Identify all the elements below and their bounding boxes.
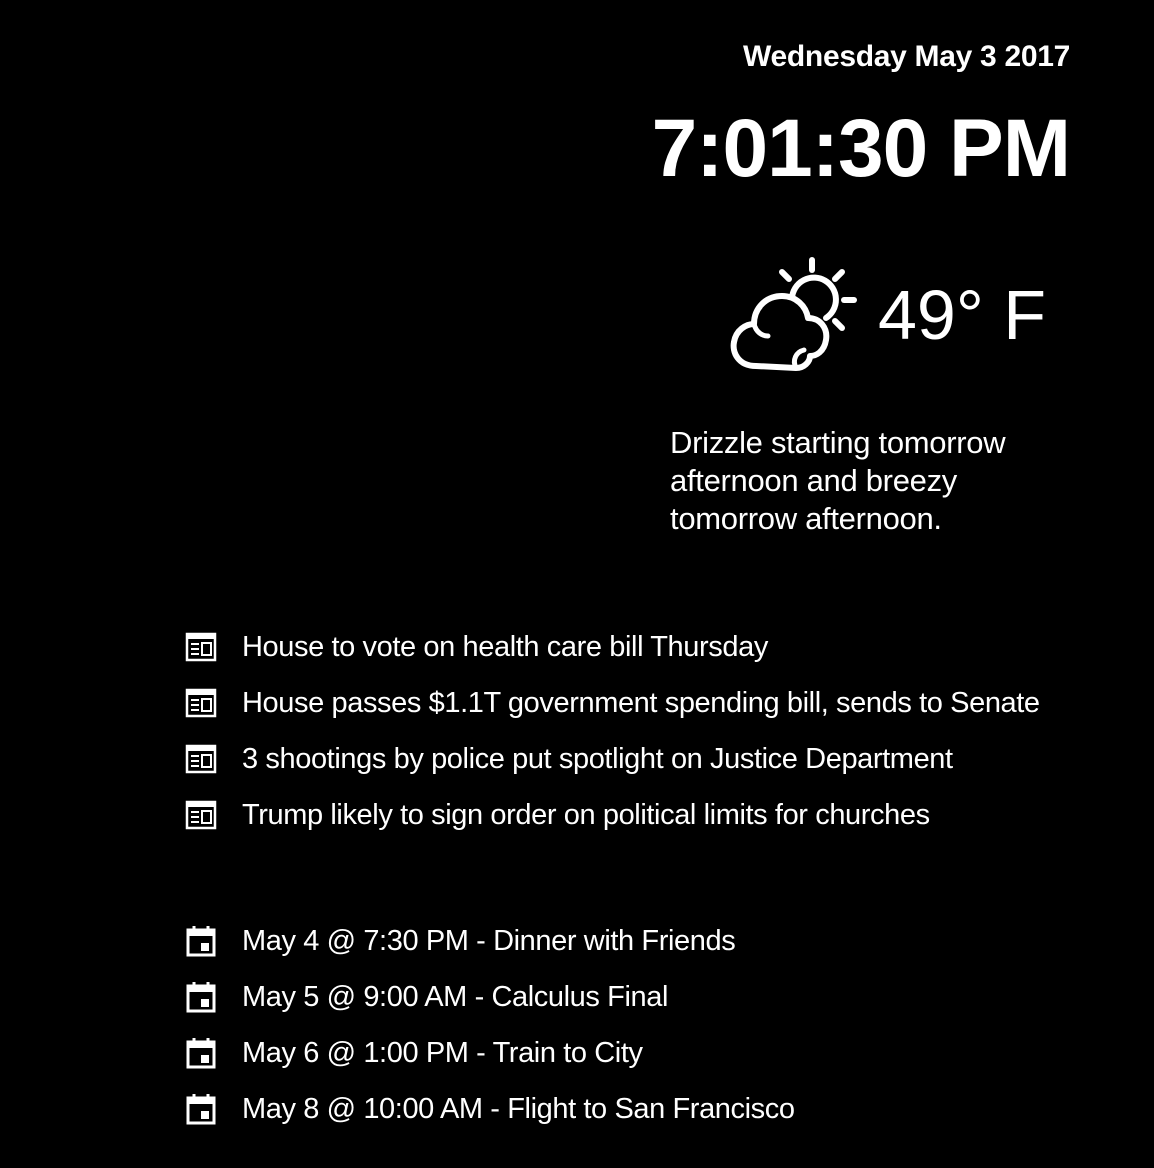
event-text: May 6 @ 1:00 PM - Train to City [242,1037,643,1069]
news-headlines: House to vote on health care bill Thursd… [184,626,1040,850]
news-item[interactable]: House passes $1.1T government spending b… [184,682,1040,738]
weather-widget: 49° F [726,252,1086,382]
news-item[interactable]: 3 shootings by police put spotlight on J… [184,738,1040,794]
temperature: 49° F [878,276,1047,354]
event-item[interactable]: May 4 @ 7:30 PM - Dinner with Friends [184,920,795,976]
newspaper-icon [185,632,217,662]
newspaper-icon [185,744,217,774]
news-headline: House passes $1.1T government spending b… [242,687,1040,719]
event-item[interactable]: May 6 @ 1:00 PM - Train to City [184,1032,795,1088]
smart-mirror-screen: Wednesday May 3 2017 7:01:30 PM 49° F Dr… [0,0,1154,1168]
event-text: May 8 @ 10:00 AM - Flight to San Francis… [242,1093,795,1125]
news-headline: House to vote on health care bill Thursd… [242,631,768,663]
event-item[interactable]: May 5 @ 9:00 AM - Calculus Final [184,976,795,1032]
newspaper-icon [185,688,217,718]
calendar-events: May 4 @ 7:30 PM - Dinner with Friends Ma… [184,920,795,1144]
current-date: Wednesday May 3 2017 [743,40,1070,73]
calendar-icon [186,1094,216,1125]
newspaper-icon [185,800,217,830]
weather-forecast: Drizzle starting tomorrow afternoon and … [670,425,1006,536]
news-headline: Trump likely to sign order on political … [242,799,930,831]
event-item[interactable]: May 8 @ 10:00 AM - Flight to San Francis… [184,1088,795,1144]
partly-cloudy-icon [730,257,857,371]
event-text: May 4 @ 7:30 PM - Dinner with Friends [242,925,736,957]
current-time: 7:01:30 PM [651,103,1071,194]
calendar-icon [186,1038,216,1069]
calendar-icon [186,926,216,957]
event-text: May 5 @ 9:00 AM - Calculus Final [242,981,669,1013]
news-headline: 3 shootings by police put spotlight on J… [242,743,953,775]
news-item[interactable]: Trump likely to sign order on political … [184,794,1040,850]
news-item[interactable]: House to vote on health care bill Thursd… [184,626,1040,682]
calendar-icon [186,982,216,1013]
